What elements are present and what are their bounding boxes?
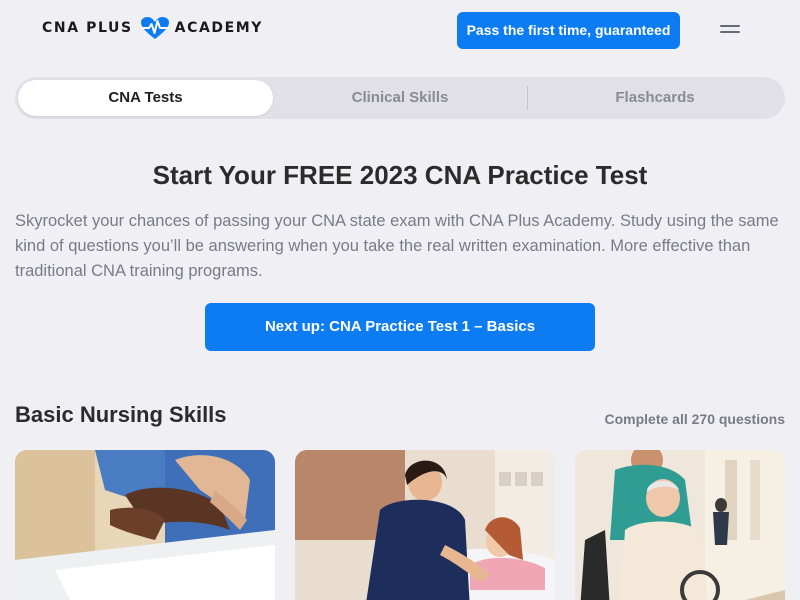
test-card-1[interactable] [15, 450, 275, 600]
logo-text-left: CNA PLUS [42, 20, 133, 36]
heartbeat-heart-icon [140, 17, 169, 39]
complete-all-questions-link[interactable]: Complete all 270 questions [605, 411, 786, 427]
next-practice-test-button[interactable]: Next up: CNA Practice Test 1 – Basics [205, 303, 595, 351]
section-title: Basic Nursing Skills [15, 402, 227, 427]
card-photo-nurse-child [295, 450, 555, 600]
card-photo-wheelchair [575, 450, 785, 600]
test-card-3[interactable] [575, 450, 785, 600]
guarantee-cta-button[interactable]: Pass the first time, guaranteed [457, 12, 680, 49]
card-photo-pulse-check [15, 450, 275, 600]
tab-cna-tests[interactable]: CNA Tests [18, 80, 273, 116]
site-logo[interactable]: CNA PLUS ACADEMY [42, 16, 263, 40]
hamburger-menu-icon[interactable] [716, 20, 744, 38]
content-tabs: CNA Tests Clinical Skills Flashcards [15, 77, 785, 119]
logo-text-right: ACADEMY [174, 20, 264, 36]
site-header: CNA PLUS ACADEMY Pass the first time, gu… [0, 0, 800, 62]
tab-flashcards[interactable]: Flashcards [528, 80, 782, 116]
intro-paragraph: Skyrocket your chances of passing your C… [15, 212, 779, 280]
test-card-2[interactable] [295, 450, 555, 600]
page-title: Start Your FREE 2023 CNA Practice Test [152, 160, 648, 190]
tab-clinical-skills[interactable]: Clinical Skills [273, 80, 527, 116]
